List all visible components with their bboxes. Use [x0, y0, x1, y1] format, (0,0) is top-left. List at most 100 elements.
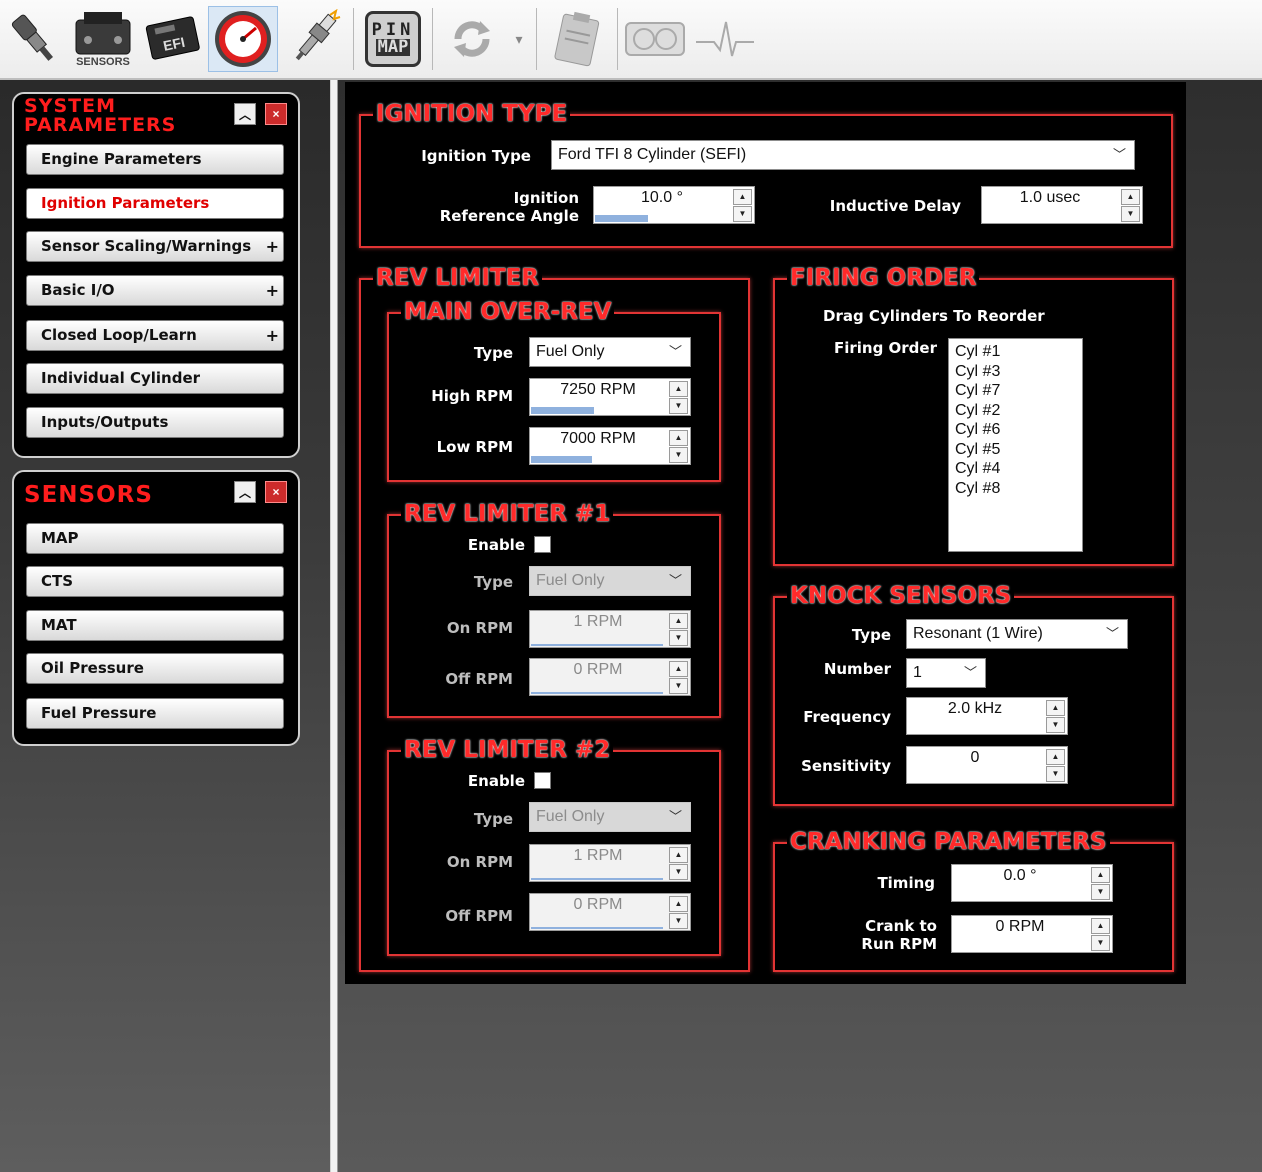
clipboard-icon[interactable]: [542, 6, 612, 72]
nav-basic-io[interactable]: Basic I/O +: [26, 275, 284, 306]
select-value: Fuel Only: [536, 343, 605, 360]
main-type-select[interactable]: Fuel Only ﹀: [529, 337, 691, 367]
efi-module-icon[interactable]: EFI: [140, 6, 206, 72]
limiter2-on-rpm-spinner[interactable]: 1 RPM ▲ ▼: [529, 844, 691, 882]
spinner-value: 0: [970, 749, 980, 766]
spin-up-icon[interactable]: ▲: [669, 430, 688, 446]
enable-checkbox[interactable]: [534, 536, 551, 553]
expand-plus-icon[interactable]: +: [266, 276, 279, 305]
spin-up-icon[interactable]: ▲: [733, 189, 752, 205]
high-rpm-spinner[interactable]: 7250 RPM ▲ ▼: [529, 378, 691, 416]
list-item[interactable]: Cyl #3: [955, 362, 1082, 382]
knock-sensitivity-spinner[interactable]: 0 ▲ ▼: [906, 746, 1068, 784]
value-bar: [531, 878, 663, 880]
ignition-type-select[interactable]: Ford TFI 8 Cylinder (SEFI) ﹀: [551, 140, 1135, 170]
expand-plus-icon[interactable]: +: [266, 232, 279, 261]
knock-frequency-spinner[interactable]: 2.0 kHz ▲ ▼: [906, 697, 1068, 735]
crank-to-label-2: Run RPM: [861, 935, 937, 953]
crank-to-run-rpm-spinner[interactable]: 0 RPM ▲ ▼: [951, 915, 1113, 953]
spin-down-icon[interactable]: ▼: [669, 398, 688, 414]
spin-down-icon[interactable]: ▼: [669, 447, 688, 463]
list-item[interactable]: Cyl #5: [955, 440, 1082, 460]
close-icon[interactable]: ×: [265, 481, 287, 503]
knock-sensitivity-label: Sensitivity: [801, 757, 891, 775]
nav-closed-loop-learn[interactable]: Closed Loop/Learn +: [26, 320, 284, 351]
spin-up-icon[interactable]: ▲: [669, 661, 688, 677]
limiter2-type-select[interactable]: Fuel Only ﹀: [529, 802, 691, 832]
spin-up-icon[interactable]: ▲: [1046, 749, 1065, 765]
spin-down-icon[interactable]: ▼: [669, 630, 688, 646]
nav-sensor-map[interactable]: MAP: [26, 523, 284, 554]
ref-angle-spinner[interactable]: 10.0 ° ▲ ▼: [593, 186, 755, 224]
knock-number-select[interactable]: 1 ﹀: [906, 658, 986, 688]
enable-checkbox[interactable]: [534, 772, 551, 789]
spin-up-icon[interactable]: ▲: [1046, 700, 1065, 716]
nav-inputs-outputs[interactable]: Inputs/Outputs: [26, 407, 284, 438]
select-value: Fuel Only: [536, 572, 605, 589]
spark-plug-icon[interactable]: [280, 6, 348, 72]
spin-down-icon[interactable]: ▼: [1121, 206, 1140, 222]
spin-down-icon[interactable]: ▼: [1046, 717, 1065, 733]
collapse-up-icon[interactable]: ︿: [234, 481, 256, 503]
nav-label: Ignition Parameters: [41, 194, 210, 212]
spin-down-icon[interactable]: ▼: [1091, 935, 1110, 951]
value-bar: [531, 407, 594, 414]
limiter1-type-select[interactable]: Fuel Only ﹀: [529, 566, 691, 596]
gauge-icon[interactable]: [208, 6, 278, 72]
nav-sensor-scaling-warnings[interactable]: Sensor Scaling/Warnings +: [26, 231, 284, 262]
firing-order-label: Firing Order: [833, 339, 937, 357]
sensors-title: SENSORS: [24, 482, 153, 508]
spin-up-icon[interactable]: ▲: [1091, 918, 1110, 934]
close-icon[interactable]: ×: [265, 103, 287, 125]
list-item[interactable]: Cyl #4: [955, 459, 1082, 479]
limiter1-off-rpm-spinner[interactable]: 0 RPM ▲ ▼: [529, 658, 691, 696]
nav-sensor-oil-pressure[interactable]: Oil Pressure: [26, 653, 284, 684]
spin-up-icon[interactable]: ▲: [669, 847, 688, 863]
list-item[interactable]: Cyl #1: [955, 342, 1082, 362]
limiter1-on-rpm-spinner[interactable]: 1 RPM ▲ ▼: [529, 610, 691, 648]
pulse-icon[interactable]: [692, 6, 758, 72]
spin-down-icon[interactable]: ▼: [669, 913, 688, 929]
spin-down-icon[interactable]: ▼: [733, 206, 752, 222]
collapse-up-icon[interactable]: ︿: [234, 103, 256, 125]
chevron-down-icon: ﹀: [963, 665, 977, 680]
expand-plus-icon[interactable]: +: [266, 321, 279, 350]
nav-sensor-mat[interactable]: MAT: [26, 610, 284, 641]
spin-up-icon[interactable]: ▲: [1121, 189, 1140, 205]
inductive-delay-spinner[interactable]: 1.0 usec ▲ ▼: [981, 186, 1143, 224]
nav-sensor-fuel-pressure[interactable]: Fuel Pressure: [26, 698, 284, 729]
spin-up-icon[interactable]: ▲: [669, 381, 688, 397]
limiter2-off-rpm-spinner[interactable]: 0 RPM ▲ ▼: [529, 893, 691, 931]
type-label: Type: [473, 810, 513, 828]
low-rpm-spinner[interactable]: 7000 RPM ▲ ▼: [529, 427, 691, 465]
list-item[interactable]: Cyl #6: [955, 420, 1082, 440]
spin-down-icon[interactable]: ▼: [1091, 884, 1110, 900]
list-item[interactable]: Cyl #2: [955, 401, 1082, 421]
spin-down-icon[interactable]: ▼: [1046, 766, 1065, 782]
spinner-value: 1 RPM: [573, 613, 623, 630]
section-title: MAIN OVER-REV: [401, 296, 615, 328]
spin-up-icon[interactable]: ▲: [669, 896, 688, 912]
injector-icon[interactable]: [2, 6, 66, 72]
list-item[interactable]: Cyl #8: [955, 479, 1082, 499]
spin-down-icon[interactable]: ▼: [669, 678, 688, 694]
select-value: Ford TFI 8 Cylinder (SEFI): [558, 146, 747, 163]
nav-individual-cylinder[interactable]: Individual Cylinder: [26, 363, 284, 394]
nav-engine-parameters[interactable]: Engine Parameters: [26, 144, 284, 175]
value-bar: [531, 456, 592, 463]
list-item[interactable]: Cyl #7: [955, 381, 1082, 401]
nav-sensor-cts[interactable]: CTS: [26, 566, 284, 597]
nav-ignition-parameters[interactable]: Ignition Parameters: [26, 188, 284, 219]
dashboard-icon[interactable]: [622, 6, 688, 72]
knock-type-select[interactable]: Resonant (1 Wire) ﹀: [906, 619, 1128, 649]
pane-splitter[interactable]: [330, 80, 338, 1172]
pin-map-icon[interactable]: PIN MAP: [360, 6, 426, 72]
spin-up-icon[interactable]: ▲: [669, 613, 688, 629]
timing-spinner[interactable]: 0.0 ° ▲ ▼: [951, 864, 1113, 902]
spin-up-icon[interactable]: ▲: [1091, 867, 1110, 883]
firing-order-list[interactable]: Cyl #1 Cyl #3 Cyl #7 Cyl #2 Cyl #6 Cyl #…: [948, 338, 1083, 552]
spin-down-icon[interactable]: ▼: [669, 864, 688, 880]
refresh-icon[interactable]: [440, 6, 504, 72]
sensors-icon[interactable]: SENSORS: [68, 6, 138, 72]
refresh-dropdown-icon[interactable]: ▾: [508, 6, 530, 72]
